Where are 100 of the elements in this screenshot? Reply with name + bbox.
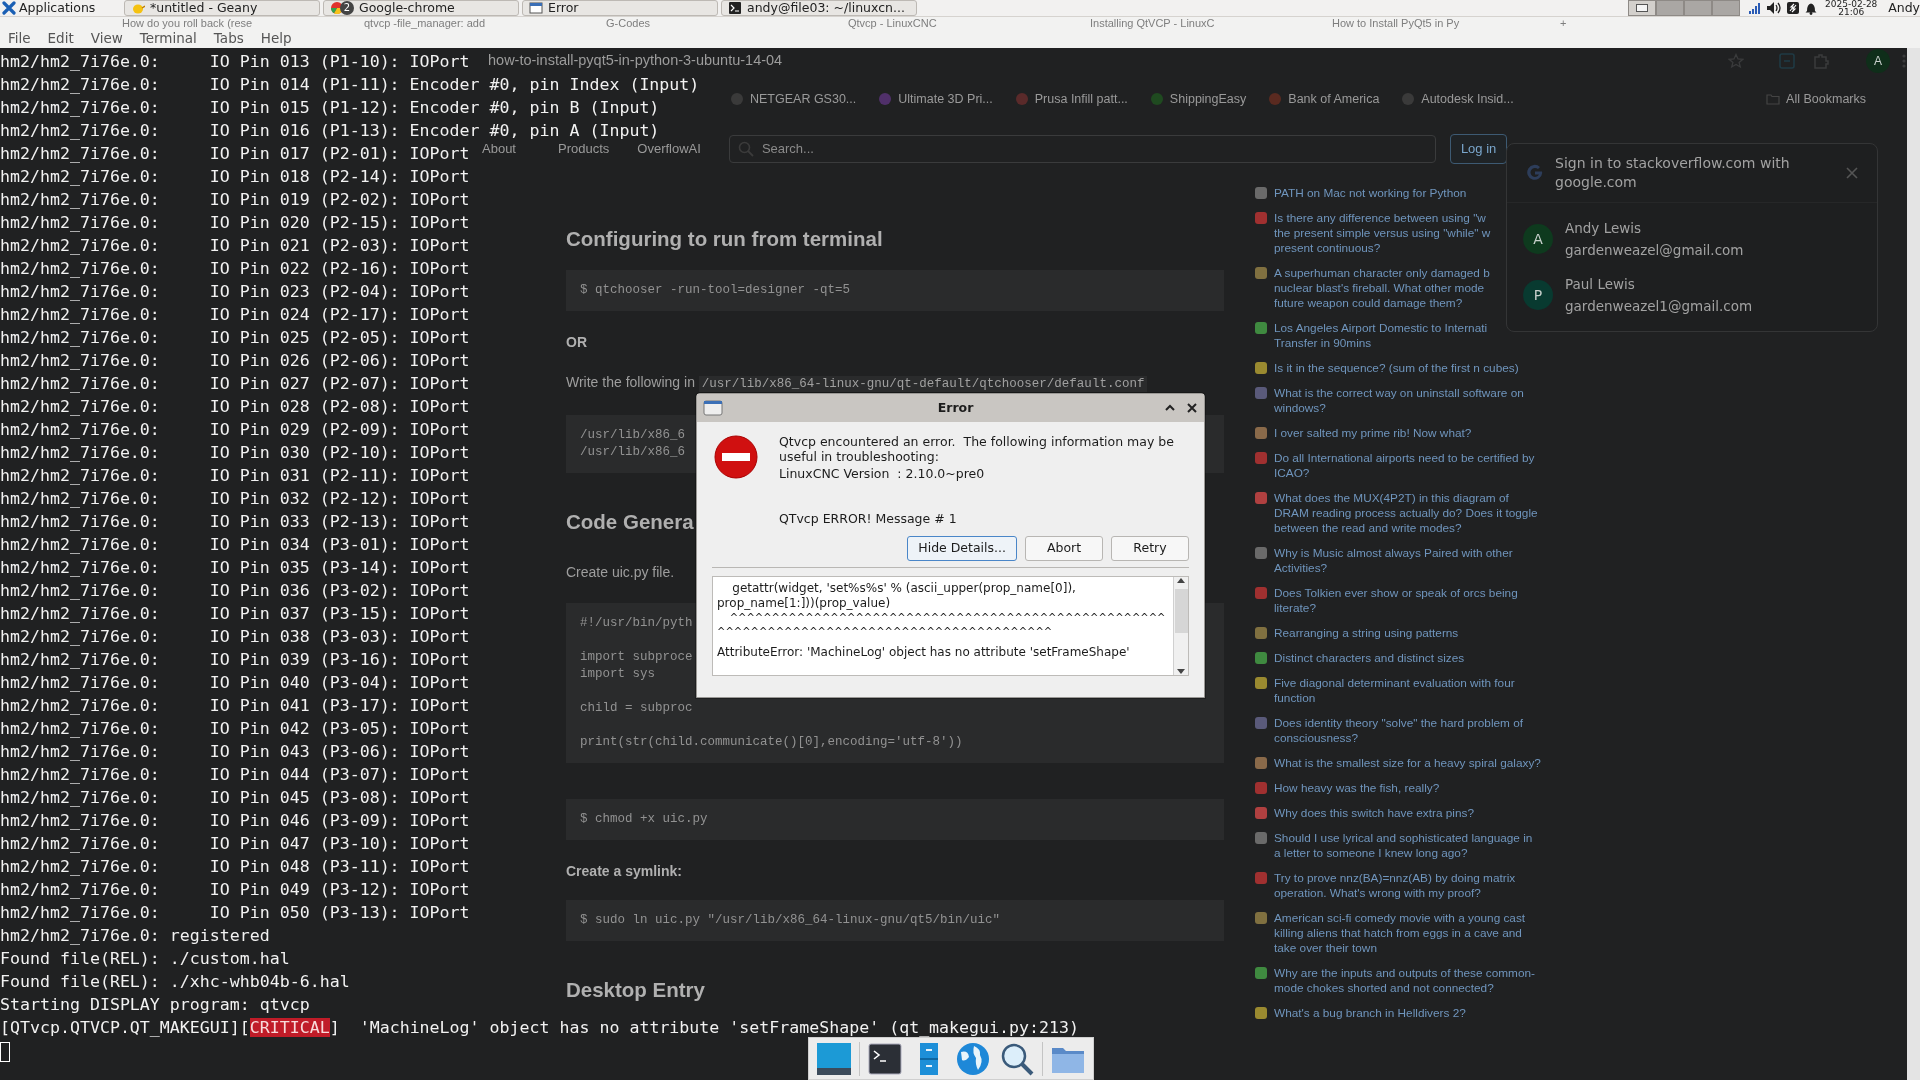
question-link[interactable]: Why are the inputs and outputs of these common-mode chokes shorted and not connected? [1274,966,1542,996]
bookmark-link[interactable]: NETGEAR GS30... [750,89,857,109]
question-link[interactable]: What's a bug branch in Helldivers 2? [1274,1006,1542,1021]
app-menu-icon[interactable] [2,1,16,15]
site-icon [1254,426,1268,440]
menu-item[interactable]: Terminal [139,29,197,48]
browser-tab[interactable]: Qtvcp - LinuxCNC [848,17,937,29]
browser-tab[interactable]: qtvcp -file_manager: add [364,17,486,29]
question-link[interactable]: What does the MUX(4P2T) in this diagram of DRAM reading process actually do? Does it toggle between the read and write modes? [1274,491,1542,536]
terminal-line: Found file(REL): ./custom.hal [0,949,290,968]
account-email: gardenweazel@gmail.com [1565,241,1744,259]
question-link[interactable]: Rearranging a string using patterns [1274,626,1542,641]
menu-item[interactable]: Tabs [213,29,244,48]
account-option[interactable]: P Paul Lewis gardenweazel1@gmail.com [1507,267,1877,323]
bookmark-link[interactable]: ShippingEasy [1169,89,1247,109]
browser-tab[interactable]: How to Install PyQt5 in Py [1332,17,1460,29]
time-label: 21:06 [1838,8,1865,16]
taskbar-button[interactable]: Error [522,0,718,16]
bookmark-favicon-icon [730,92,744,106]
question-link[interactable]: Do all International airports need to be certified by ICAO? [1274,451,1542,481]
browser-tab[interactable]: How do you roll back (rese [122,17,253,29]
terminal-line: hm2/hm2_7i76e.0: IO Pin 049 (P3-12): IOPort [0,880,470,899]
volume-icon[interactable] [1766,1,1783,15]
dialog-button[interactable]: Abort [1025,536,1103,561]
error-message: Qtvcp encountered an error. The following information may be useful in troubleshooting: [779,434,1175,464]
terminal-line: hm2/hm2_7i76e.0: IO Pin 047 (P3-10): IOPort [0,834,470,853]
scroll-up-icon[interactable] [1177,577,1185,583]
terminal-line: Found file(REL): ./xhc-whb04b-6.hal [0,972,350,991]
question-link[interactable]: Five diagonal determinant evaluation with four function [1274,676,1542,706]
error-text: QTvcp ERROR! Message # 1 [779,511,958,526]
question-link[interactable]: Why does this switch have extra pins? [1274,806,1542,821]
terminal-line: hm2/hm2_7i76e.0: IO Pin 021 (P2-03): IOPort [0,236,470,255]
terminal-line: hm2/hm2_7i76e.0: IO Pin 014 (P1-11): Encoder #0, pin Index (Input) [0,75,700,94]
question-link[interactable]: Why is Music almost always Paired with other Activities? [1274,546,1542,576]
taskbar-button[interactable]: *untitled - Geany [124,0,320,16]
app-menu-label[interactable]: Applications [19,0,96,18]
sign-in-title: Sign in to stackoverflow.com with google.com [1555,154,1791,192]
question-link[interactable]: Is it in the sequence? (sum of the first n cubes) [1274,361,1542,376]
nav-link[interactable]: Products [558,139,610,159]
bell-icon[interactable] [1804,1,1819,15]
question-link[interactable]: Try to prove nnz(BA)=nnz(AB) by doing matrix operation. What's wrong with my proof? [1274,871,1542,901]
bookmark-link[interactable]: Autodesk Insid... [1421,89,1514,109]
bookmark-link[interactable]: Ultimate 3D Pri... [898,89,993,109]
workspace-button[interactable] [1712,0,1741,16]
details-text-area[interactable]: getattr(widget, 'set%s%s' % (ascii_upper(prop_name[0]), prop_name[1:]))(prop_value) ^^^^^^^^^^^^^^^^^^^^^^^^^^^^^^^^^^^^^^^^^^^^^^^^^^^^^^^^^^^^^^^^^^^^^^^^^^^^^^^^^^^^^^^^^^^^ AttributeError: 'MachineLog' object has no attribute 'setFrameShape' [712,576,1189,676]
browser-tab[interactable]: G-Codes [606,17,651,29]
dialog-button[interactable]: Hide Details... [907,536,1017,561]
site-icon [1254,586,1268,600]
question-link[interactable]: Does identity theory "solve" the hard problem of consciousness? [1274,716,1542,746]
nav-link[interactable]: OverflowAI [637,139,701,159]
site-icon [1254,871,1268,885]
terminal-line: hm2/hm2_7i76e.0: IO Pin 043 (P3-06): IOPort [0,742,470,761]
menu-item[interactable]: Edit [47,29,74,48]
new-tab-button[interactable]: + [1560,17,1567,29]
url-text[interactable]: how-to-install-pyqt5-in-python-3-ubuntu-14-04 [488,50,783,72]
user-name[interactable]: Andy [1888,0,1920,18]
taskbar-button[interactable]: 2 Google-chrome [323,0,519,16]
window-icon [703,400,723,416]
question-link[interactable]: Distinct characters and distinct sizes [1274,651,1542,666]
error-icon [713,434,759,480]
account-option[interactable]: A Andy Lewis gardenweazel@gmail.com [1507,211,1877,267]
question-link[interactable]: How heavy was the fish, really? [1274,781,1542,796]
terminal-line: hm2/hm2_7i76e.0: IO Pin 050 (P3-13): IOPort [0,903,470,922]
dialog-title: Error [937,399,974,415]
question-link[interactable]: What is the correct way on uninstall software on windows? [1274,386,1542,416]
menu-item[interactable]: File [8,29,31,48]
taskbar-button[interactable]: andy@file03: ~/linuxcn... [721,0,917,16]
question-link[interactable]: I over salted my prime rib! Now what? [1274,426,1542,441]
question-link[interactable]: What is the smallest size for a heavy spiral galaxy? [1274,756,1542,771]
nav-link[interactable]: About [482,139,516,159]
terminal-line: hm2/hm2_7i76e.0: IO Pin 028 (P2-08): IOPort [0,397,470,416]
terminal-line: hm2/hm2_7i76e.0: IO Pin 039 (P3-16): IOPort [0,650,470,669]
menu-item[interactable]: View [90,29,123,48]
star-icon[interactable] [1728,53,1744,69]
question-link[interactable]: Does Tolkien ever show or speak of orcs being literate? [1274,586,1542,616]
scrollbar[interactable] [1907,48,1920,1080]
browser-tab[interactable]: Installing QtVCP - LinuxC [1090,17,1215,29]
close-icon[interactable] [1186,402,1198,414]
dialog-button[interactable]: Retry [1111,536,1189,561]
question-link[interactable]: Should I use lyrical and sophisticated language in a letter to someone I knew long ago? [1274,831,1542,861]
site-icon [1254,186,1268,200]
scroll-down-icon[interactable] [1177,669,1185,675]
bookmark-link[interactable]: Bank of America [1288,89,1380,109]
search-field[interactable]: Search... [728,135,1436,163]
bookmark-favicon-icon [1401,92,1416,106]
question-link[interactable]: Los Angeles Airport Domestic to Internati Transfer in 90mins [1274,321,1542,351]
workspace-button[interactable] [1628,0,1657,16]
login-button[interactable]: Log in [1449,134,1508,164]
scrollbar-thumb[interactable] [1174,589,1188,633]
terminal-line: hm2/hm2_7i76e.0: IO Pin 018 (P2-14): IOPort [0,167,470,186]
bookmark-link[interactable]: All Bookmarks [1786,89,1866,109]
terminal-text: [QTvcp.QTVCP.QT_MAKEGUI][ [0,1018,250,1037]
question-link[interactable]: American sci-fi comedy movie with a young cast killing aliens that hatch from eggs in a cave and take over their town [1274,911,1542,956]
profile-avatar[interactable]: A [1866,49,1890,73]
terminal-line: hm2/hm2_7i76e.0: IO Pin 034 (P3-01): IOPort [0,535,470,554]
site-icon [1254,266,1268,280]
menu-item[interactable]: Help [260,29,292,48]
bookmark-link[interactable]: Prusa Infill patt... [1034,89,1128,109]
terminal-line: hm2/hm2_7i76e.0: IO Pin 040 (P3-04): IOPort [0,673,470,692]
code-block: $ qtchooser -run-tool=designer -qt=5 [566,270,1224,311]
